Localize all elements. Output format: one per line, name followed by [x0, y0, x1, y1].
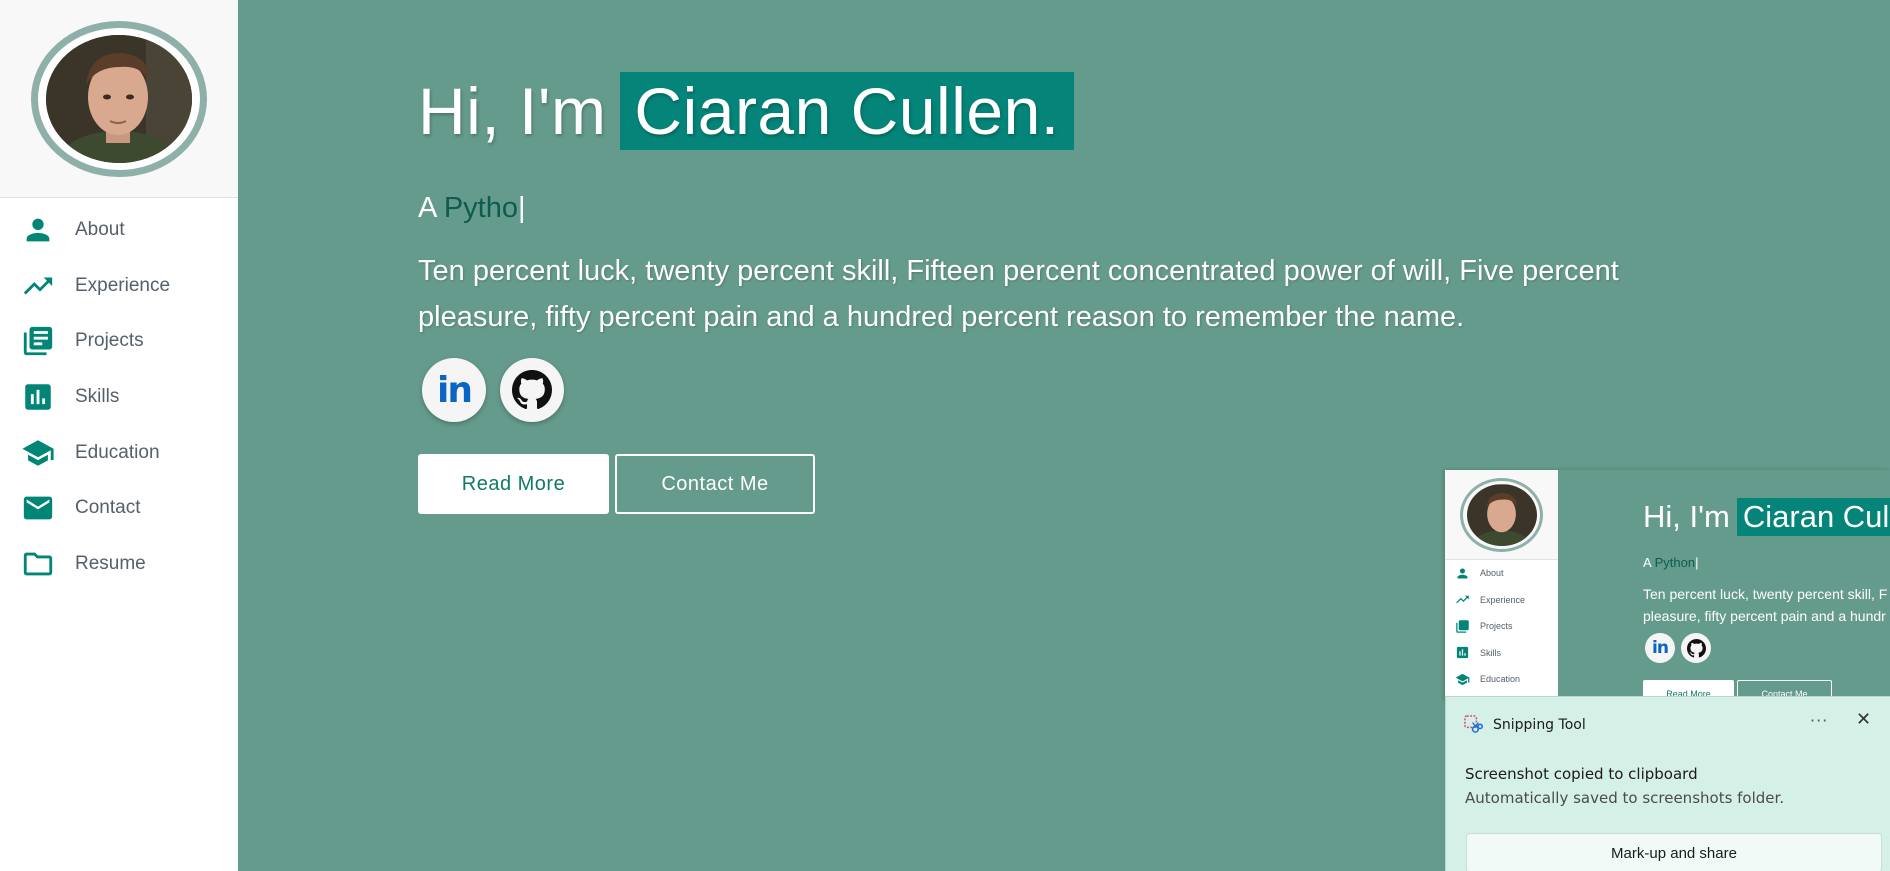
- graduation-cap-icon: [1455, 673, 1470, 685]
- avatar-container: [0, 0, 238, 198]
- sidebar-item-skills[interactable]: Skills: [0, 369, 238, 425]
- trending-up-icon: [20, 268, 56, 304]
- sidebar-item-label: Experience: [75, 274, 171, 296]
- preview-tagline: Ten percent luck, twenty percent skill, …: [1643, 583, 1890, 627]
- preview-sidebar-label: About: [1480, 568, 1504, 579]
- github-icon: [512, 370, 552, 410]
- github-link[interactable]: [500, 358, 564, 422]
- trending-up-icon: [1456, 596, 1469, 604]
- preview-sidebar-item: Projects: [1445, 613, 1558, 640]
- sidebar-item-projects[interactable]: Projects: [0, 313, 238, 369]
- screenshot-preview[interactable]: About Experience Projects Skills Educati…: [1445, 470, 1890, 700]
- hero-tagline: Ten percent luck, twenty percent skill, …: [418, 255, 1619, 333]
- toast-subtitle: Automatically saved to screenshots folde…: [1465, 789, 1785, 807]
- contact-me-button[interactable]: Contact Me: [615, 454, 815, 514]
- preview-typed-word: Python: [1654, 555, 1696, 570]
- sidebar-item-about[interactable]: About: [0, 202, 238, 258]
- toast-title: Screenshot copied to clipboard: [1465, 765, 1698, 783]
- more-options-icon[interactable]: ···: [1810, 711, 1828, 730]
- library-books-icon: [1456, 620, 1469, 633]
- snipping-tool-icon: [1464, 715, 1483, 733]
- sidebar-nav: About Experience Projects Skills Educati…: [0, 198, 238, 592]
- preview-avatar-container: [1445, 470, 1558, 560]
- person-icon: [1457, 568, 1468, 579]
- preview-sidebar-label: Education: [1480, 674, 1521, 685]
- preview-greeting-prefix: Hi, I'm: [1643, 499, 1730, 534]
- linkedin-link[interactable]: in: [422, 358, 486, 422]
- sidebar-item-contact[interactable]: Contact: [0, 480, 238, 536]
- snipping-tool-toast[interactable]: Snipping Tool ··· ✕ Screenshot copied to…: [1445, 696, 1890, 871]
- sidebar-item-education[interactable]: Education: [0, 425, 238, 481]
- bar-chart-icon: [20, 379, 56, 415]
- sidebar-item-label: Education: [75, 441, 160, 463]
- preview-sidebar-label: Projects: [1480, 621, 1513, 632]
- sidebar-item-experience[interactable]: Experience: [0, 258, 238, 314]
- preview-profile-photo: [1466, 483, 1537, 546]
- person-icon: [20, 212, 56, 248]
- sidebar-item-label: Skills: [75, 385, 120, 407]
- avatar: [31, 20, 207, 177]
- preview-typed-prefix: A: [1643, 555, 1651, 570]
- preview-sidebar: About Experience Projects Skills Educati…: [1445, 470, 1558, 700]
- preview-avatar: [1460, 477, 1543, 552]
- profile-photo: [46, 34, 192, 163]
- markup-and-share-button[interactable]: Mark-up and share: [1466, 833, 1882, 871]
- sidebar-item-label: Projects: [75, 330, 144, 352]
- sidebar-item-label: Resume: [75, 552, 146, 574]
- preview-tagline-line: pleasure, fifty percent pain and a hundr: [1643, 608, 1886, 624]
- sidebar-item-resume[interactable]: Resume: [0, 536, 238, 592]
- preview-name: Ciaran Cull: [1736, 498, 1890, 536]
- linkedin-icon: in: [437, 369, 473, 411]
- preview-sidebar-item: Education: [1445, 666, 1558, 693]
- typed-word: Pytho: [443, 192, 518, 224]
- typed-cursor: |: [517, 192, 526, 224]
- preview-sidebar-item: Skills: [1445, 640, 1558, 667]
- read-more-button[interactable]: Read More: [418, 454, 609, 514]
- sidebar-item-label: About: [75, 218, 125, 240]
- mail-icon: [20, 490, 56, 526]
- sidebar: About Experience Projects Skills Educati…: [0, 0, 238, 871]
- greeting-prefix: Hi, I'm: [418, 74, 607, 148]
- hero-name: Ciaran Cullen.: [620, 72, 1074, 150]
- graduation-cap-icon: [20, 435, 56, 471]
- preview-greeting: Hi, I'm Ciaran Cull: [1643, 498, 1890, 536]
- toast-header: Snipping Tool: [1464, 715, 1586, 734]
- typed-subtitle: A Pytho|: [418, 192, 526, 225]
- toast-app-name: Snipping Tool: [1493, 716, 1586, 733]
- preview-sidebar-item: Experience: [1445, 587, 1558, 614]
- folder-icon: [20, 546, 56, 582]
- hero-greeting: Hi, I'm Ciaran Cullen.: [418, 72, 1074, 150]
- preview-linkedin-icon: in: [1645, 633, 1675, 663]
- bar-chart-icon: [1456, 647, 1469, 659]
- preview-sidebar-label: Skills: [1480, 647, 1502, 658]
- preview-typed-cursor: |: [1695, 555, 1699, 570]
- library-books-icon: [20, 323, 56, 359]
- typed-prefix: A: [418, 192, 436, 224]
- sidebar-item-label: Contact: [75, 497, 141, 519]
- preview-github-icon: [1681, 633, 1711, 663]
- preview-sidebar-label: Experience: [1480, 594, 1526, 605]
- preview-typed-subtitle: A Python|: [1643, 555, 1698, 570]
- preview-sidebar-item: About: [1445, 560, 1558, 587]
- preview-linkedin-label: in: [1652, 638, 1669, 658]
- preview-tagline-line: Ten percent luck, twenty percent skill, …: [1643, 586, 1888, 602]
- close-icon[interactable]: ✕: [1856, 709, 1871, 730]
